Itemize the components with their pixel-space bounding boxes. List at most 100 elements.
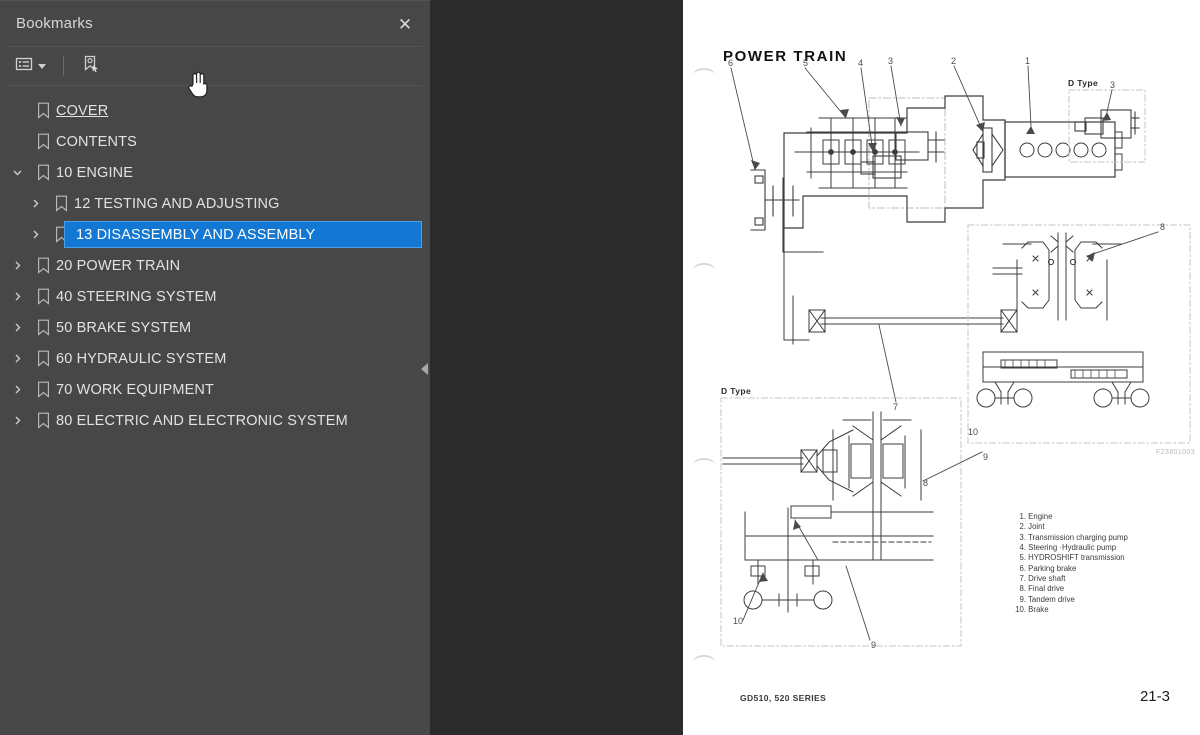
bookmark-item[interactable]: 10 ENGINE: [0, 157, 430, 188]
bookmark-label: 60 HYDRAULIC SYSTEM: [56, 350, 227, 367]
legend-text: Final drive: [1028, 584, 1065, 594]
bookmark-icon: [30, 164, 56, 181]
bookmark-icon: [30, 350, 56, 367]
legend-item: 6. Parking brake: [1011, 564, 1128, 574]
bookmark-item[interactable]: CONTENTS: [0, 126, 430, 157]
legend-text: Brake: [1028, 605, 1049, 615]
svg-text:2: 2: [951, 56, 956, 66]
svg-text:8: 8: [1160, 222, 1165, 232]
toolbar-separator: [63, 56, 64, 76]
parts-legend: 1. Engine 2. Joint 3. Transmission chargin…: [1011, 512, 1128, 615]
bookmark-item[interactable]: 12 TESTING AND ADJUSTING: [0, 188, 430, 219]
bookmark-label: COVER: [56, 102, 109, 119]
legend-text: Parking brake: [1028, 563, 1077, 573]
drawing-code: F23801003: [1155, 449, 1195, 456]
svg-text:7: 7: [893, 402, 898, 412]
bookmark-item[interactable]: 40 STEERING SYSTEM: [0, 281, 430, 312]
svg-text:9: 9: [983, 452, 988, 462]
legend-number: 10.: [1015, 605, 1026, 615]
new-bookmark-icon: [81, 54, 101, 79]
legend-text: Steering ·Hydraulic pump: [1028, 543, 1117, 553]
bookmark-item[interactable]: 13 DISASSEMBLY AND ASSEMBLY: [0, 219, 430, 250]
legend-number: 1.: [1019, 512, 1026, 521]
panel-title: Bookmarks: [16, 15, 93, 32]
chevron-right-icon[interactable]: [4, 384, 30, 395]
bookmark-label: 13 DISASSEMBLY AND ASSEMBLY: [76, 226, 316, 243]
svg-text:1: 1: [1025, 56, 1030, 66]
chevron-right-icon[interactable]: [22, 198, 48, 209]
legend-number: 9.: [1019, 594, 1026, 604]
pdf-page: POWER TRAIN D Type D Type 6 5 4 3 2 1 7 …: [683, 0, 1200, 735]
list-options-icon: [15, 56, 33, 77]
svg-text:10: 10: [968, 427, 978, 437]
close-icon[interactable]: ✕: [390, 9, 420, 39]
legend-text: Engine: [1028, 512, 1053, 521]
bookmark-icon: [30, 412, 56, 429]
power-train-schematic: 6 5 4 3 2 1 7 3 8 9 10 8 9 10: [720, 56, 1191, 650]
bookmark-icon: [30, 381, 56, 398]
bookmark-options-button[interactable]: [10, 52, 51, 81]
chevron-right-icon[interactable]: [4, 291, 30, 302]
svg-text:8: 8: [923, 478, 928, 488]
bookmark-item[interactable]: 60 HYDRAULIC SYSTEM: [0, 343, 430, 374]
legend-item: 8. Final drive: [1011, 584, 1128, 594]
chevron-right-icon[interactable]: [22, 229, 48, 240]
document-viewer: POWER TRAIN D Type D Type 6 5 4 3 2 1 7 …: [430, 0, 1200, 735]
bookmark-label: CONTENTS: [56, 133, 137, 150]
svg-text:3: 3: [888, 56, 893, 66]
legend-text: Transmission charging pump: [1028, 532, 1128, 542]
legend-number: 8.: [1019, 584, 1026, 594]
collapse-panel-left-icon[interactable]: [418, 354, 430, 384]
new-bookmark-button[interactable]: [76, 50, 106, 83]
bookmark-item[interactable]: COVER: [0, 95, 430, 126]
chevron-down-icon: [38, 63, 46, 69]
bookmark-label: 80 ELECTRIC AND ELECTRONIC SYSTEM: [56, 412, 348, 429]
svg-text:5: 5: [803, 58, 808, 68]
bookmark-label: 40 STEERING SYSTEM: [56, 288, 217, 305]
bookmark-item[interactable]: 50 BRAKE SYSTEM: [0, 312, 430, 343]
bookmark-icon: [48, 195, 74, 212]
chevron-right-icon[interactable]: [4, 415, 30, 426]
chevron-down-icon[interactable]: [4, 167, 30, 178]
bookmark-label: 50 BRAKE SYSTEM: [56, 319, 192, 336]
legend-text: Tandem drive: [1028, 594, 1075, 604]
legend-item: 10. Brake: [1011, 605, 1128, 615]
bookmark-label: 20 POWER TRAIN: [56, 257, 181, 274]
bookmark-icon: [30, 288, 56, 305]
svg-text:4: 4: [858, 58, 863, 68]
bookmark-label: 70 WORK EQUIPMENT: [56, 381, 215, 398]
legend-item: 4. Steering ·Hydraulic pump: [1011, 543, 1128, 553]
bookmark-item[interactable]: 20 POWER TRAIN: [0, 250, 430, 281]
legend-item: 2. Joint: [1011, 522, 1128, 532]
bookmark-icon: [30, 102, 56, 119]
bookmark-label: 10 ENGINE: [56, 164, 134, 181]
legend-text: Joint: [1028, 522, 1045, 532]
legend-number: 7.: [1019, 574, 1026, 584]
bookmarks-toolbar: [0, 47, 430, 85]
legend-item: 1. Engine: [1011, 512, 1128, 522]
bookmarks-panel-header: Bookmarks ✕: [0, 1, 430, 46]
legend-item: 9. Tandem drive: [1011, 595, 1128, 605]
bookmark-label: 12 TESTING AND ADJUSTING: [74, 195, 280, 212]
legend-text: HYDROSHIFT transmission: [1028, 553, 1125, 563]
legend-number: 4.: [1019, 543, 1026, 553]
chevron-right-icon[interactable]: [4, 353, 30, 364]
footer-page-number: 21-3: [1139, 688, 1170, 705]
bookmark-icon: [30, 319, 56, 336]
triangle-left-glyph: [420, 363, 428, 375]
svg-text:9: 9: [871, 640, 876, 650]
legend-number: 6.: [1019, 563, 1026, 573]
legend-item: 5. HYDROSHIFT transmission: [1011, 553, 1128, 563]
svg-text:6: 6: [728, 58, 733, 68]
bookmark-item[interactable]: 70 WORK EQUIPMENT: [0, 374, 430, 405]
bookmarks-tree[interactable]: COVER CONTENTS 10 ENGINE 12 TESTING AND ADJ…: [0, 86, 430, 735]
legend-number: 3.: [1019, 532, 1026, 542]
chevron-right-icon[interactable]: [4, 322, 30, 333]
bookmark-icon: [30, 257, 56, 274]
legend-number: 2.: [1019, 522, 1026, 532]
legend-text: Drive shaft: [1028, 574, 1066, 584]
svg-text:3: 3: [1110, 80, 1115, 90]
footer-series: GD510, 520 SERIES: [740, 693, 827, 703]
bookmark-item[interactable]: 80 ELECTRIC AND ELECTRONIC SYSTEM: [0, 405, 430, 436]
chevron-right-icon[interactable]: [4, 260, 30, 271]
